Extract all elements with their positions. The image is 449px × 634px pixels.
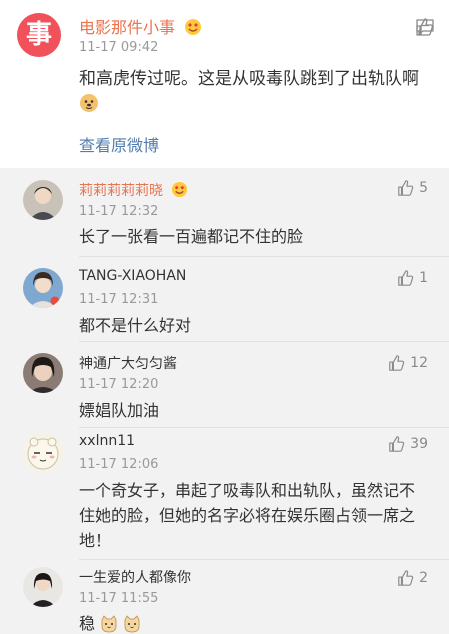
avatar[interactable] xyxy=(23,433,63,473)
comment-like-button[interactable]: 12 xyxy=(388,354,428,372)
view-original-weibo-link[interactable]: 查看原微博 xyxy=(79,132,159,156)
comment-text: 一个奇女子，串起了吸毒队和出轨队，虽然记不住她的脸，但她的名字必将在娱乐圈占领一… xyxy=(79,481,416,550)
post-author-name[interactable]: 电影那件小事 xyxy=(79,14,202,40)
comment-like-button[interactable]: 5 xyxy=(397,179,428,197)
divider xyxy=(79,256,449,257)
comment-item: TANG-XIAOHAN 11-17 12:31 都不是什么好对 1 xyxy=(0,260,449,340)
commenter-name[interactable]: 神通广大匀匀酱 xyxy=(79,353,177,373)
comment-icon xyxy=(416,19,434,35)
comment-item: xxlnn11 11-17 12:06 一个奇女子，串起了吸毒队和出轨队，虽然记… xyxy=(0,431,449,559)
original-post: 事 电影那件小事 11-17 09:42 和高虎传过呢。这是从吸毒队跳到了出轨队… xyxy=(0,0,449,168)
comment-text: 都不是什么好对 xyxy=(79,316,192,335)
comment-like-button[interactable]: 2 xyxy=(397,569,428,587)
comment-timestamp: 11-17 12:31 xyxy=(79,292,159,307)
comment-like-button[interactable]: 1 xyxy=(397,269,428,287)
post-timestamp: 11-17 09:42 xyxy=(79,40,159,55)
avatar[interactable] xyxy=(23,567,63,607)
comment-text: 稳 xyxy=(79,611,429,634)
comment-timestamp: 11-17 12:20 xyxy=(79,377,159,392)
thumbs-up-icon xyxy=(398,180,414,196)
commenter-name[interactable]: xxlnn11 xyxy=(79,433,135,449)
comment-timestamp: 11-17 12:06 xyxy=(79,457,159,472)
thumbs-up-icon xyxy=(398,570,414,586)
divider xyxy=(79,427,449,428)
comment-item: 一生爱的人都像你 11-17 11:55 稳 2 xyxy=(0,563,449,634)
thumbs-up-icon xyxy=(398,270,414,286)
doge-emoji-icon xyxy=(79,93,99,121)
comment-text: 嫖娼队加油 xyxy=(79,401,160,420)
like-count: 2 xyxy=(419,570,428,586)
cat-emoji-icon xyxy=(123,615,141,634)
post-comment-button[interactable] xyxy=(411,13,439,41)
divider xyxy=(79,559,449,560)
heart-eyes-emoji-icon xyxy=(171,181,188,202)
like-count: 1 xyxy=(419,270,428,286)
cat-emoji-icon xyxy=(100,615,118,634)
comment-timestamp: 11-17 12:32 xyxy=(79,204,159,219)
avatar[interactable] xyxy=(23,180,63,220)
avatar[interactable] xyxy=(23,268,63,308)
thumbs-up-icon xyxy=(389,355,405,371)
comment-item: 莉莉莉莉莉晓 11-17 12:32 长了一张看一百遍都记不住的脸 5 xyxy=(0,172,449,254)
like-count: 5 xyxy=(419,180,428,196)
avatar[interactable] xyxy=(23,353,63,393)
comment-timestamp: 11-17 11:55 xyxy=(79,591,159,606)
like-count: 39 xyxy=(410,436,428,452)
comment-item: 神通广大匀匀酱 11-17 12:20 嫖娼队加油 12 xyxy=(0,345,449,425)
heart-eyes-emoji-icon xyxy=(184,18,202,40)
comment-text: 长了一张看一百遍都记不住的脸 xyxy=(79,227,304,246)
divider xyxy=(79,341,449,342)
thumbs-up-icon xyxy=(389,436,405,452)
commenter-name[interactable]: 一生爱的人都像你 xyxy=(79,567,191,587)
post-actions xyxy=(411,13,449,41)
like-count: 12 xyxy=(410,355,428,371)
commenter-name[interactable]: TANG-XIAOHAN xyxy=(79,268,186,284)
post-author-avatar[interactable]: 事 xyxy=(17,13,61,57)
commenter-name[interactable]: 莉莉莉莉莉晓 xyxy=(79,180,188,202)
comment-like-button[interactable]: 39 xyxy=(388,435,428,453)
post-body: 和高虎传过呢。这是从吸毒队跳到了出轨队啊 xyxy=(79,67,429,121)
